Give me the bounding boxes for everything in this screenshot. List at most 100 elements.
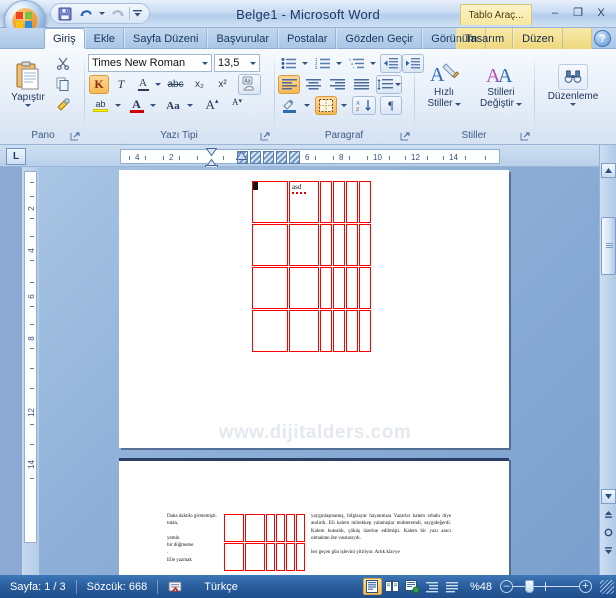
view-print-layout-button[interactable]	[362, 578, 382, 595]
document-table-page1[interactable]: asd	[251, 180, 372, 353]
change-styles-button[interactable]: A A Stilleri Değiştir	[472, 54, 530, 116]
table-cell[interactable]	[276, 543, 285, 571]
table-cell[interactable]	[320, 267, 332, 309]
horizontal-ruler-track[interactable]: 4 2 6 8 10 12 14	[120, 149, 500, 164]
zoom-slider-track[interactable]	[513, 580, 579, 593]
table-column-marker[interactable]	[289, 151, 300, 164]
borders-button[interactable]	[315, 96, 337, 115]
tab-giris[interactable]: Giriş	[44, 28, 85, 49]
highlight-button[interactable]: ab	[89, 96, 112, 115]
table-cell[interactable]	[320, 310, 332, 352]
maximize-button[interactable]: ❐	[567, 3, 589, 22]
table-cell[interactable]	[320, 224, 332, 266]
horizontal-ruler[interactable]: L 4 2 6 8 10 12 14	[0, 145, 616, 172]
next-page-button[interactable]	[601, 543, 616, 558]
table-cell[interactable]	[359, 181, 371, 223]
table-row[interactable]	[224, 514, 305, 542]
table-cell[interactable]	[333, 310, 345, 352]
change-case-dropdown-button[interactable]	[185, 96, 194, 115]
table-cell[interactable]	[359, 224, 371, 266]
clear-formatting-button[interactable]: Aa	[238, 74, 261, 95]
view-outline-button[interactable]	[423, 578, 442, 595]
editing-button[interactable]: Düzenleme	[539, 54, 607, 116]
numbering-button[interactable]: 1 2 3	[312, 54, 334, 73]
font-color-dropdown-button[interactable]	[148, 96, 157, 115]
table-cell[interactable]	[266, 543, 275, 571]
underline-button[interactable]: A	[133, 75, 153, 94]
redo-button[interactable]	[108, 5, 127, 22]
zoom-slider[interactable]: – +	[500, 580, 600, 593]
font-name-combobox[interactable]: Times New Roman	[88, 54, 212, 72]
status-proofing-button[interactable]	[158, 575, 194, 598]
table-cell[interactable]	[252, 310, 288, 352]
table-cell[interactable]	[359, 267, 371, 309]
document-page-2[interactable]: Daha daktilo girmemişti. tutan, yemin bi…	[119, 458, 509, 575]
underline-dropdown-button[interactable]	[153, 75, 162, 94]
table-cell[interactable]	[245, 514, 265, 542]
table-cell[interactable]	[333, 224, 345, 266]
multilevel-list-button[interactable]: 1 a i	[346, 54, 368, 73]
document-table-page2[interactable]	[223, 513, 306, 572]
strikethrough-button[interactable]: abc	[164, 75, 187, 94]
select-browse-object-button[interactable]	[601, 525, 616, 540]
table-cell[interactable]	[346, 267, 358, 309]
shrink-font-button[interactable]: A ▾	[225, 96, 249, 115]
paste-button[interactable]: Yapıştır	[8, 53, 48, 115]
table-cell[interactable]	[224, 543, 244, 571]
grow-font-button[interactable]: A ▴	[200, 96, 224, 115]
zoom-level-label[interactable]: %48	[462, 581, 500, 593]
borders-dropdown-button[interactable]	[339, 96, 348, 115]
zoom-out-button[interactable]: –	[500, 580, 513, 593]
view-full-screen-reading-button[interactable]	[383, 578, 402, 595]
table-cell[interactable]	[224, 514, 244, 542]
tab-basvurular[interactable]: Başvurular	[207, 28, 279, 49]
table-cell[interactable]	[346, 310, 358, 352]
font-size-combobox[interactable]: 13,5	[214, 54, 260, 72]
table-cell[interactable]	[286, 514, 295, 542]
quick-styles-button[interactable]: A Hızlı Stiller	[418, 54, 470, 116]
bold-button[interactable]: K	[89, 75, 109, 94]
status-word-count[interactable]: Sözcük: 668	[77, 575, 158, 598]
show-formatting-marks-button[interactable]: ¶	[380, 96, 402, 115]
previous-page-button[interactable]	[601, 507, 616, 522]
tab-tasarim[interactable]: Tasarım	[456, 28, 514, 49]
paragraph-dialog-launcher[interactable]	[399, 131, 410, 142]
table-row[interactable]	[252, 267, 371, 309]
tab-stop-selector-button[interactable]: L	[6, 148, 26, 165]
status-page-indicator[interactable]: Sayfa: 1 / 3	[0, 575, 76, 598]
zoom-slider-thumb[interactable]	[525, 580, 534, 593]
table-row[interactable]	[224, 543, 305, 571]
table-cell[interactable]	[289, 310, 319, 352]
window-resize-grip[interactable]	[600, 579, 614, 594]
bullets-button[interactable]	[278, 54, 300, 73]
table-column-marker[interactable]	[276, 151, 287, 164]
vertical-scrollbar-thumb[interactable]	[601, 217, 616, 275]
vertical-scrollbar[interactable]	[599, 145, 616, 575]
format-painter-button[interactable]	[52, 95, 74, 115]
table-cell[interactable]	[346, 181, 358, 223]
table-cell[interactable]	[289, 267, 319, 309]
align-right-button[interactable]	[326, 75, 348, 94]
table-cell[interactable]	[245, 543, 265, 571]
font-color-button[interactable]: A	[126, 96, 147, 115]
italic-button[interactable]: T	[111, 75, 131, 94]
close-button[interactable]: X	[590, 3, 612, 22]
table-cell[interactable]	[289, 224, 319, 266]
document-workspace[interactable]: asd www.dijitalders.com Daha daktilo gir…	[39, 167, 599, 575]
pano-dialog-launcher[interactable]	[69, 131, 80, 142]
view-draft-button[interactable]	[443, 578, 462, 595]
table-column-marker[interactable]	[250, 151, 261, 164]
table-cell-asd[interactable]: asd	[289, 181, 319, 223]
copy-button[interactable]	[52, 74, 74, 94]
line-spacing-button[interactable]	[376, 75, 402, 94]
vertical-ruler[interactable]: 2 4 6 8 12 14	[22, 167, 39, 575]
view-web-layout-button[interactable]	[403, 578, 422, 595]
vertical-ruler-track[interactable]: 2 4 6 8 12 14	[24, 171, 37, 543]
table-cell[interactable]	[296, 514, 305, 542]
help-button[interactable]: ?	[594, 30, 611, 47]
align-left-button[interactable]	[278, 75, 300, 94]
table-cell[interactable]	[333, 181, 345, 223]
minimize-button[interactable]: –	[544, 3, 566, 22]
font-dialog-launcher[interactable]	[259, 131, 270, 142]
bullets-dropdown-button[interactable]	[300, 54, 309, 73]
